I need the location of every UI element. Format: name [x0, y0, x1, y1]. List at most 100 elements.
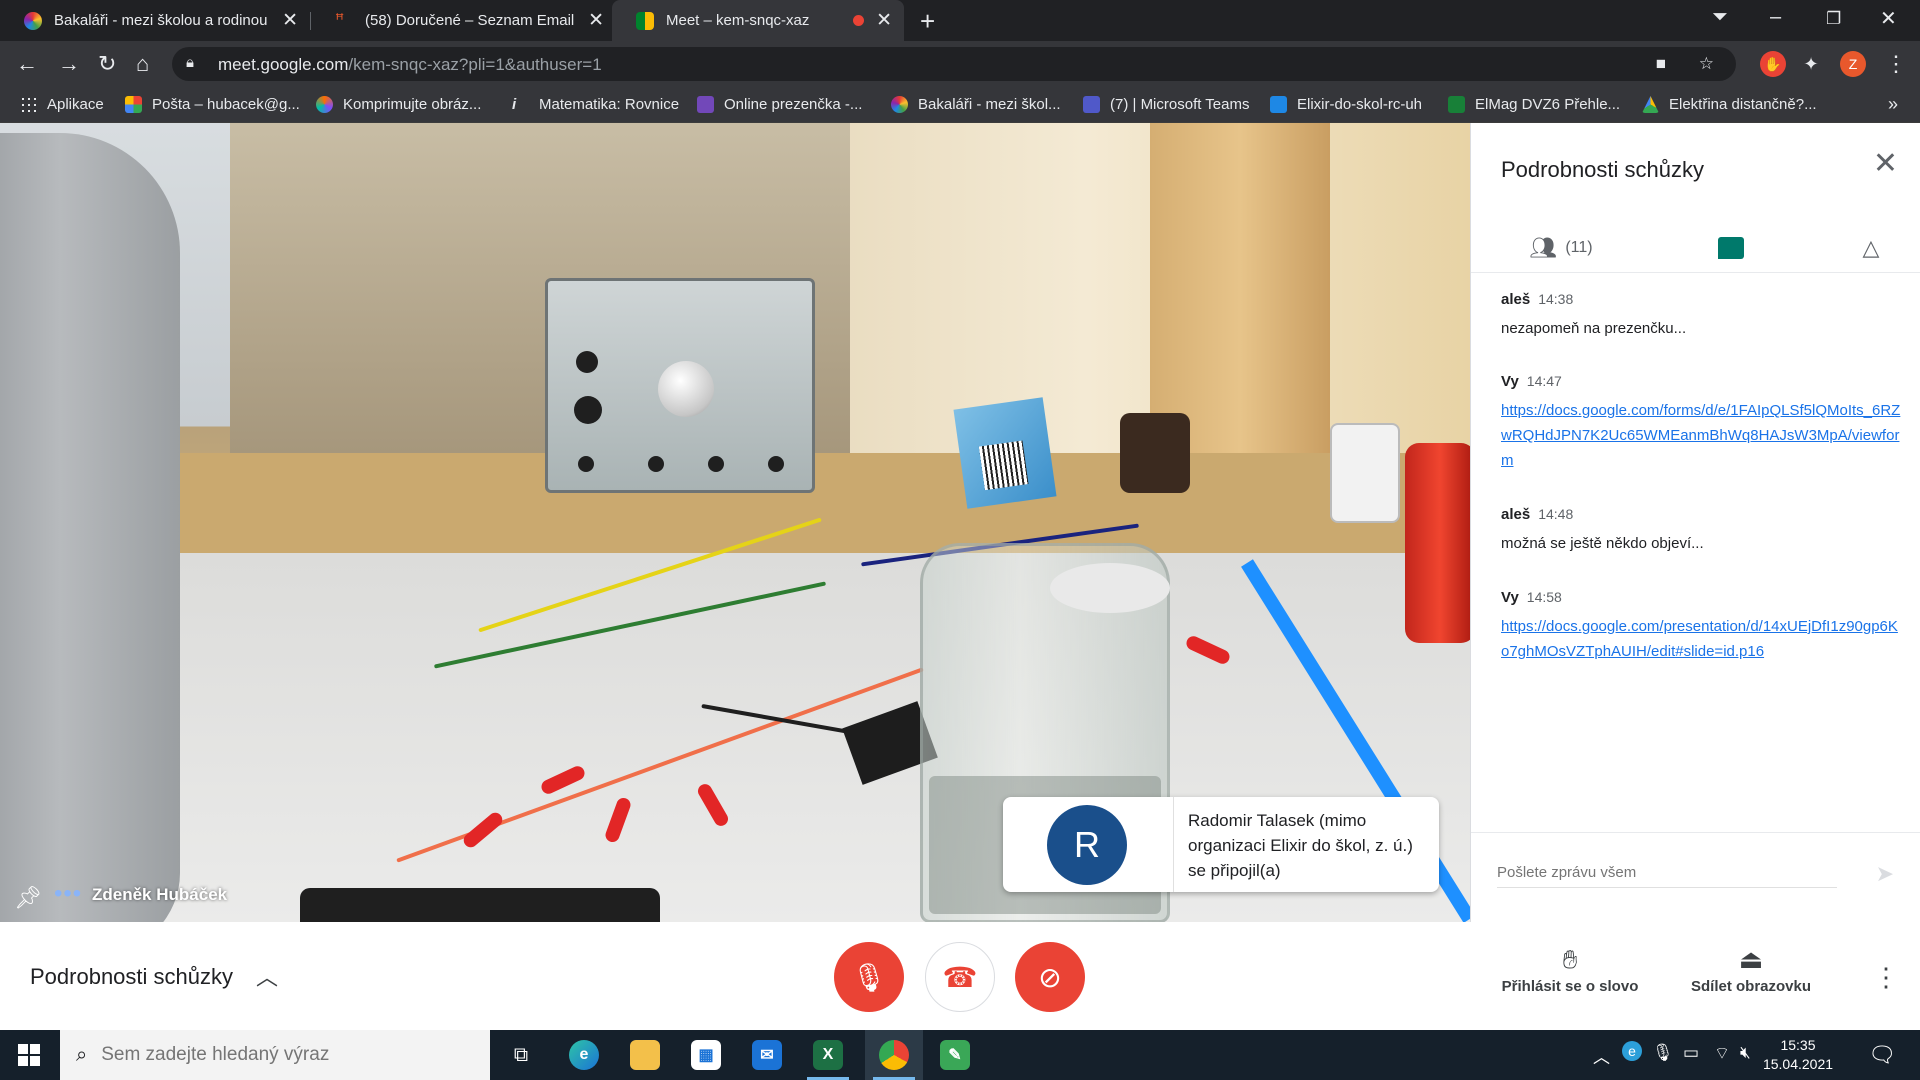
- gmail-icon: [125, 96, 142, 113]
- bookmark-label: Elixir-do-skol-rc-uh: [1297, 96, 1423, 113]
- restore-icon[interactable]: ❐: [1826, 9, 1841, 29]
- bookmark-komprimujte[interactable]: Komprimujte obráz...: [316, 96, 481, 113]
- close-icon[interactable]: ✕: [1873, 149, 1898, 179]
- battery-icon[interactable]: ▭: [1683, 1043, 1699, 1063]
- bookmark-apps[interactable]: Aplikace: [20, 96, 104, 113]
- raise-hand-label: Přihlásit se o slovo: [1501, 978, 1639, 995]
- present-button[interactable]: ⏏︎ Sdílet obrazovku: [1666, 944, 1836, 996]
- bookmark-label: Komprimujte obráz...: [343, 96, 482, 113]
- file-explorer-icon[interactable]: [616, 1030, 674, 1080]
- new-tab-icon[interactable]: +: [920, 6, 935, 37]
- bookmark-label: Elektřina distančně?...: [1669, 96, 1817, 113]
- profile-avatar[interactable]: Z: [1840, 51, 1866, 77]
- notifications-icon[interactable]: 🗨︎: [1868, 1042, 1896, 1068]
- close-icon[interactable]: ✕: [588, 11, 604, 30]
- more-options-icon[interactable]: ⋮: [1873, 962, 1899, 993]
- message-link[interactable]: https://docs.google.com/presentation/d/1…: [1501, 614, 1901, 664]
- message-text: možná se ještě někdo objeví...: [1501, 535, 1704, 552]
- tab-people[interactable]: 👥︎ (11): [1501, 223, 1621, 273]
- forward-icon[interactable]: →: [58, 50, 80, 78]
- bookmark-teams[interactable]: (7) | Microsoft Teams: [1083, 96, 1249, 113]
- mic-off-button[interactable]: 🎙︎: [834, 942, 904, 1012]
- message-link[interactable]: https://docs.google.com/forms/d/e/1FAIpQ…: [1501, 398, 1901, 473]
- store-icon[interactable]: ▦: [677, 1030, 735, 1080]
- tab-chat[interactable]: [1671, 223, 1791, 273]
- volume-muted-icon[interactable]: 🔇︎: [1740, 1043, 1751, 1063]
- camera-off-button[interactable]: ⊘: [1015, 942, 1085, 1012]
- tab-seznam-email[interactable]: ꟸ (58) Doručené – Seznam Email ✕: [311, 0, 616, 41]
- tab-activities[interactable]: △: [1811, 223, 1920, 273]
- close-icon[interactable]: ✕: [282, 11, 298, 30]
- taskbar-search[interactable]: ⌕: [60, 1030, 490, 1080]
- bookmark-online-prezencka[interactable]: Online prezenčka -...: [697, 96, 862, 113]
- toast-divider: [1173, 797, 1174, 892]
- lock-icon[interactable]: 🔒︎: [186, 54, 194, 71]
- video-blue-box: [953, 397, 1057, 509]
- end-call-button[interactable]: ☎︎: [925, 942, 995, 1012]
- wifi-icon[interactable]: ⌔: [1714, 1043, 1730, 1064]
- chat-input[interactable]: [1497, 858, 1837, 888]
- taskbar-clock[interactable]: 15:35 15.04.2021: [1756, 1036, 1840, 1074]
- raise-hand-button[interactable]: ✋︎ Přihlásit se o slovo: [1485, 944, 1655, 996]
- windows-start-icon[interactable]: [18, 1044, 40, 1066]
- excel-icon[interactable]: X: [799, 1030, 857, 1080]
- tray-overflow-icon[interactable]: ︿: [1593, 1043, 1610, 1068]
- minimize-icon[interactable]: –: [1770, 6, 1781, 29]
- back-icon[interactable]: ←: [16, 50, 38, 78]
- reload-icon[interactable]: ↻: [98, 50, 116, 78]
- close-icon[interactable]: ✕: [876, 11, 892, 30]
- video-dial: [658, 361, 714, 417]
- composer-divider: [1471, 832, 1920, 833]
- extension-red-icon[interactable]: ✋: [1760, 51, 1786, 77]
- address-bar[interactable]: 🔒︎ meet.google.com/kem-snqc-xaz?pli=1&au…: [172, 47, 1736, 81]
- tab-search-icon[interactable]: ⏷: [1712, 6, 1728, 29]
- bookmark-elektrina[interactable]: Elektřina distančně?...: [1642, 96, 1817, 113]
- bookmark-label: Matematika: Rovnice: [539, 96, 680, 113]
- video-knob: [576, 351, 598, 373]
- edge-icon[interactable]: e: [555, 1030, 613, 1080]
- meeting-details-button[interactable]: Podrobnosti schůzky: [30, 964, 233, 990]
- chat-message: Vy 14:47 https://docs.google.com/forms/d/…: [1501, 373, 1901, 473]
- send-icon[interactable]: ➤: [1876, 861, 1894, 887]
- camera-in-use-icon[interactable]: ■: [1656, 54, 1666, 74]
- taskbar-search-input[interactable]: [101, 1044, 452, 1066]
- url-text[interactable]: meet.google.com/kem-snqc-xaz?pli=1&authu…: [218, 55, 602, 75]
- teams-icon: [1083, 96, 1100, 113]
- extensions-puzzle-icon[interactable]: ✦: [1798, 51, 1824, 77]
- greenshot-icon[interactable]: ✎: [926, 1030, 984, 1080]
- menu-kebab-icon[interactable]: ⋮: [1885, 50, 1907, 78]
- bookmark-star-icon[interactable]: ☆: [1699, 54, 1714, 74]
- people-count: (11): [1565, 239, 1593, 256]
- chrome-icon[interactable]: [865, 1030, 923, 1080]
- video-knob: [578, 456, 594, 472]
- chat-message: Vy 14:58 https://docs.google.com/presenta…: [1501, 589, 1901, 664]
- seznam-favicon-icon: ꟸ: [335, 11, 345, 29]
- task-view-icon[interactable]: ⧉: [492, 1030, 550, 1080]
- elixir-icon: [1270, 96, 1287, 113]
- bookmark-matematika[interactable]: i Matematika: Rovnice: [512, 96, 679, 113]
- tab-title: (58) Doručené – Seznam Email: [365, 12, 575, 29]
- tray-app-icon[interactable]: e: [1622, 1041, 1642, 1061]
- video-sleeve: [0, 133, 180, 922]
- present-label: Sdílet obrazovku: [1690, 978, 1812, 995]
- bookmark-elmag[interactable]: ElMag DVZ6 Přehle...: [1448, 96, 1620, 113]
- home-icon[interactable]: ⌂: [136, 50, 149, 78]
- pin-icon[interactable]: 📌︎: [14, 885, 42, 911]
- clock-date: 15.04.2021: [1762, 1056, 1834, 1072]
- bookmark-posta[interactable]: Pošta – hubacek@g...: [125, 96, 300, 113]
- tab-title: Meet – kem-snqc-xaz: [666, 12, 810, 29]
- bookmark-elixir[interactable]: Elixir-do-skol-rc-uh: [1270, 96, 1422, 113]
- tab-meet[interactable]: Meet – kem-snqc-xaz ✕: [612, 0, 904, 41]
- camera-off-icon: ⊘: [1038, 961, 1062, 993]
- tab-bakalari[interactable]: Bakaláři - mezi školou a rodinou ✕: [0, 0, 310, 41]
- mail-icon[interactable]: ✉: [738, 1030, 796, 1080]
- panel-title: Podrobnosti schůzky: [1501, 157, 1704, 182]
- close-window-icon[interactable]: ✕: [1880, 6, 1897, 31]
- chat-message: aleš 14:38 nezapomeň na prezenčku...: [1501, 291, 1901, 341]
- video-multimeter: [300, 888, 660, 922]
- bookmark-bakalari[interactable]: Bakaláři - mezi škol...: [891, 96, 1061, 113]
- microphone-icon[interactable]: 🎙︎: [1652, 1043, 1674, 1063]
- bookmarks-overflow-icon[interactable]: »: [1888, 94, 1898, 115]
- video-knob: [648, 456, 664, 472]
- chevron-up-icon[interactable]: ︿: [256, 960, 278, 992]
